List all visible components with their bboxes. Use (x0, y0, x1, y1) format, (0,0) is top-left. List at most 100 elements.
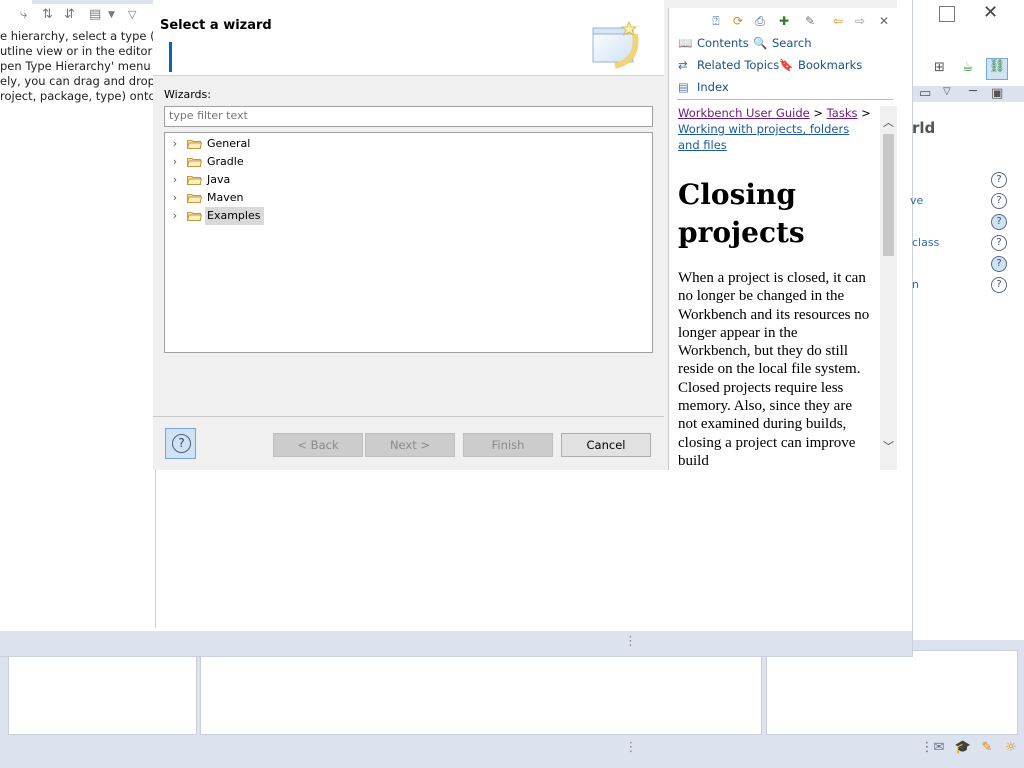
debug-perspective-icon[interactable]: ⛓ (986, 58, 1008, 80)
search-label: Search (772, 36, 812, 50)
contents-label: Contents (697, 36, 749, 50)
maximize-icon[interactable] (939, 6, 955, 22)
help-topic-title: Closing projects (678, 178, 805, 249)
help-icon: ? (172, 434, 191, 453)
link-fragment-3[interactable]: n (912, 278, 919, 291)
button-bar-separator (153, 416, 664, 417)
link-fragment-2[interactable]: class (912, 236, 939, 249)
welcome-icon[interactable]: ☼ (1002, 739, 1020, 757)
workbench-status-bar: ⋮ ⋮ ✉ 🎓 ✎ ☼ (8, 735, 1017, 761)
hierarchy-instructions: e hierarchy, select a type (for utline v… (0, 29, 155, 103)
tree-item-general[interactable]: › General (169, 135, 469, 153)
hierarchy-icon[interactable]: ⤷ (20, 7, 27, 22)
view-menu-icon[interactable]: ▽ (943, 86, 951, 97)
maximize-view-icon[interactable]: ▣ (991, 86, 1003, 101)
window-status-bar: ⋮ (0, 631, 912, 656)
help-icon[interactable]: ? (991, 235, 1007, 251)
highlight-icon[interactable]: ✎ (801, 12, 819, 30)
search-link[interactable]: 🔍 Search (753, 36, 812, 50)
forward-arrow-icon[interactable]: ⇨ (851, 12, 869, 30)
layout-menu-icon[interactable]: ▤ (89, 7, 101, 22)
tree-item-label: Maven (207, 191, 244, 204)
bookmarks-link[interactable]: 🔖 Bookmarks (779, 58, 862, 72)
chevron-right-icon[interactable]: › (169, 207, 181, 225)
scrollbar-thumb[interactable] (883, 134, 894, 256)
welcome-heading-fragment: rld (912, 119, 936, 137)
help-icon[interactable]: ? (991, 256, 1007, 272)
tree-item-label: General (207, 137, 251, 150)
index-link[interactable]: ▤ Index (678, 80, 729, 94)
tree-item-label: Gradle (207, 155, 244, 168)
help-icon[interactable]: ? (991, 172, 1007, 188)
related-topics-link[interactable]: ⇄ Related Topics (678, 58, 779, 72)
contents-link[interactable]: 📖 Contents (678, 36, 749, 50)
finish-button[interactable]: Finish (463, 433, 553, 457)
tree-item-label: Java (207, 173, 231, 186)
supertype-icon[interactable]: ⇅ (42, 7, 53, 22)
help-topic-body: When a project is closed, it can no long… (678, 270, 870, 469)
type-hierarchy-view: ⤷ ⇅ ⇵ ▤ ▼ ▽ e hierarchy, select a type (… (0, 0, 156, 628)
sash-dots-icon: ⋮ (624, 740, 638, 755)
help-contents-icon[interactable]: ⍰ (707, 12, 725, 30)
help-button[interactable]: ? (165, 428, 196, 459)
filter-input[interactable] (165, 107, 653, 124)
minimize-view-icon[interactable]: ─ (969, 84, 977, 99)
workbench-pane-left (8, 650, 197, 735)
java-perspective-icon[interactable]: ☕ (962, 60, 974, 75)
breadcrumb-guide-link[interactable]: Workbench User Guide (678, 106, 810, 120)
chevron-down-icon[interactable]: ﹀ (880, 438, 897, 454)
close-icon[interactable]: ✕ (875, 12, 893, 30)
chevron-right-icon[interactable]: › (169, 153, 181, 171)
print-icon[interactable]: ⎙ (751, 12, 769, 30)
filter-field[interactable] (164, 106, 653, 127)
breadcrumb-tasks-link[interactable]: Tasks (827, 106, 858, 120)
help-icon[interactable]: ? (991, 214, 1007, 230)
bookmarks-label: Bookmarks (798, 58, 863, 72)
workbench-pane-right (766, 650, 1018, 735)
right-view-fragment: ⊞ ☕ ⛓ ▭ ▽ ─ ▣ rld ve class n ? ? ? ? ? ? (898, 0, 1024, 300)
breadcrumb-separator: > (809, 106, 827, 120)
help-icon[interactable]: ? (991, 193, 1007, 209)
wizard-tree[interactable]: › General › Gradle › Java › Maven › Exam… (164, 132, 653, 353)
tip-icon[interactable]: ✉ (930, 739, 948, 757)
folder-icon (187, 176, 202, 185)
tree-item-label: Examples (205, 207, 265, 225)
back-button[interactable]: < Back (273, 433, 363, 457)
chevron-right-icon[interactable]: › (169, 189, 181, 207)
folder-icon (187, 194, 202, 203)
tutorial-icon[interactable]: 🎓 (954, 739, 972, 757)
chevron-up-icon[interactable]: ︿ (880, 114, 897, 130)
chevron-right-icon[interactable]: › (169, 171, 181, 189)
bookmark-icon: 🔖 (779, 58, 794, 72)
chevron-down-icon[interactable]: ▼ (108, 10, 115, 20)
dialog-header: Select a wizard (153, 0, 664, 76)
help-panel: ⍰ ⟳ ⎙ ✚ ✎ ⇦ ⇨ ✕ 📖 Contents 🔍 Search ⇄ Relat… (668, 8, 898, 470)
index-label: Index (697, 80, 729, 94)
wizards-label: Wizards: (164, 88, 211, 101)
related-topics-icon: ⇄ (678, 58, 688, 72)
sash-dots-icon: ⋮ (624, 634, 637, 649)
bookmark-add-icon[interactable]: ✚ (775, 12, 793, 30)
help-scrollbar[interactable]: ︿ ﹀ (880, 106, 897, 470)
wand-icon[interactable]: ✎ (978, 739, 996, 757)
folder-icon (187, 158, 202, 167)
breadcrumb-current-link[interactable]: Working with projects, folders and files (678, 122, 849, 152)
subtype-icon[interactable]: ⇵ (64, 7, 75, 22)
next-button[interactable]: Next > (365, 433, 455, 457)
tree-item-examples[interactable]: › Examples (169, 207, 469, 225)
link-fragment-1[interactable]: ve (910, 194, 923, 207)
right-toolbar: ⊞ ☕ ⛓ (898, 56, 1008, 80)
close-icon[interactable]: ✕ (983, 2, 998, 23)
sync-icon[interactable]: ⟳ (729, 12, 747, 30)
restore-icon[interactable]: ▭ (919, 86, 931, 101)
tree-item-maven[interactable]: › Maven (169, 189, 469, 207)
cancel-button[interactable]: Cancel (561, 433, 651, 457)
tree-item-java[interactable]: › Java (169, 171, 469, 189)
breadcrumb: Workbench User Guide > Tasks > Working w… (678, 105, 873, 153)
view-menu-icon[interactable]: ▽ (128, 8, 136, 21)
open-perspective-icon[interactable]: ⊞ (934, 60, 945, 75)
tree-item-gradle[interactable]: › Gradle (169, 153, 469, 171)
help-icon[interactable]: ? (991, 277, 1007, 293)
chevron-right-icon[interactable]: › (169, 135, 181, 153)
back-arrow-icon[interactable]: ⇦ (829, 12, 847, 30)
